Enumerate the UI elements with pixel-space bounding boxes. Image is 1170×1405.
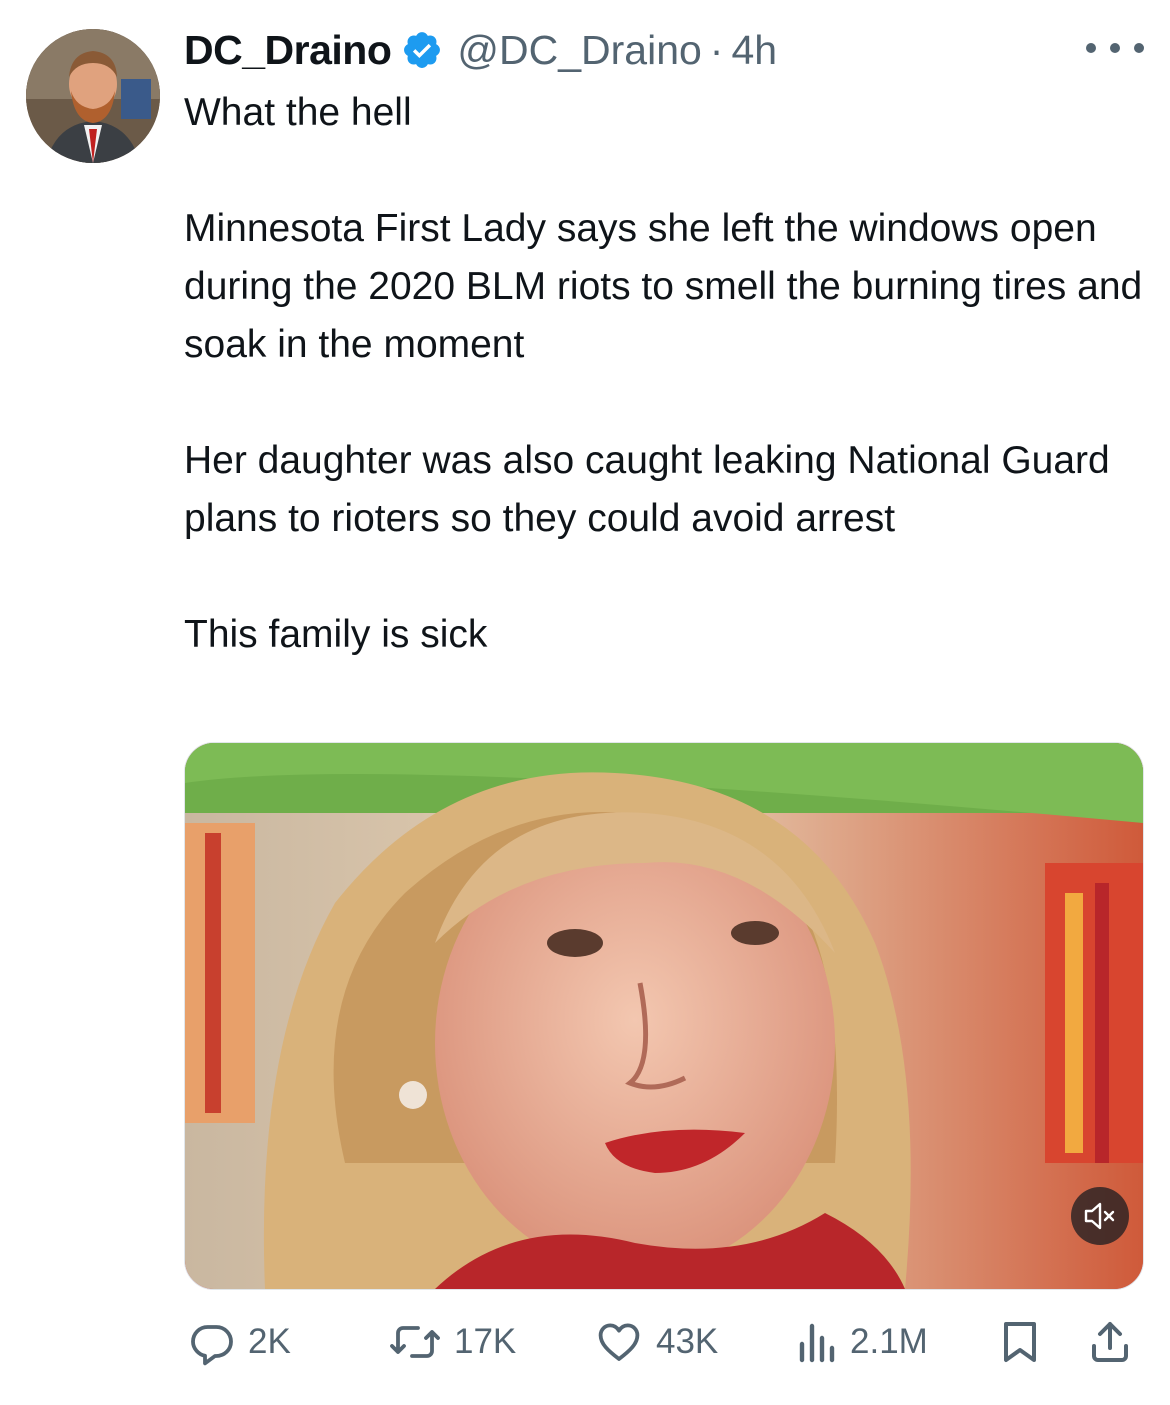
reply-button[interactable]: 2K <box>188 1310 291 1374</box>
tweet-timestamp[interactable]: 4h <box>731 27 777 74</box>
muted-speaker-icon[interactable] <box>1071 1187 1129 1245</box>
views-count: 2.1M <box>850 1322 928 1361</box>
repost-button[interactable]: 17K <box>388 1310 516 1374</box>
separator-dot: · <box>709 26 724 73</box>
author-handle[interactable]: @DC_Draino <box>457 27 701 74</box>
video-player[interactable] <box>184 742 1144 1290</box>
verified-badge-icon <box>401 29 443 71</box>
share-button[interactable] <box>1086 1310 1134 1374</box>
views-icon <box>796 1318 838 1366</box>
repost-icon <box>388 1318 442 1366</box>
avatar[interactable] <box>26 29 160 163</box>
heart-icon <box>594 1318 644 1366</box>
reply-icon <box>188 1318 236 1366</box>
author-display-name[interactable]: DC_Draino <box>184 27 392 74</box>
like-button[interactable]: 43K <box>594 1310 718 1374</box>
video-thumbnail <box>185 743 1143 1289</box>
bookmark-button[interactable] <box>998 1310 1042 1374</box>
bookmark-icon <box>998 1318 1042 1366</box>
like-count: 43K <box>656 1322 719 1361</box>
reply-count: 2K <box>248 1322 291 1361</box>
share-icon <box>1086 1318 1134 1366</box>
tweet-actions-bar: 2K 17K 43K 2.1M <box>184 1310 1142 1374</box>
more-icon[interactable] <box>1086 30 1144 66</box>
tweet-text: What the hell Minnesota First Lady says … <box>184 91 1143 656</box>
repost-count: 17K <box>454 1322 517 1361</box>
views-button[interactable]: 2.1M <box>796 1310 928 1374</box>
